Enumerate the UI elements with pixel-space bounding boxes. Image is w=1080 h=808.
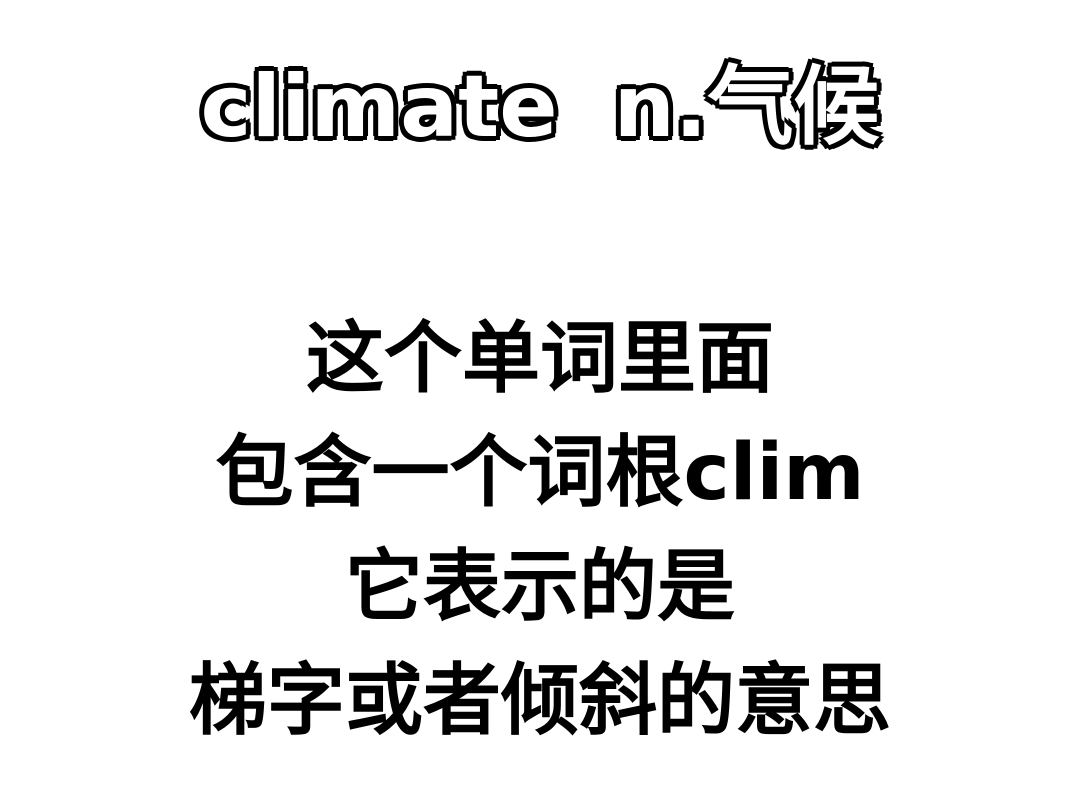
explanation-line-1: 这个单词里面: [305, 314, 774, 404]
title-definition: n.气候: [613, 57, 880, 157]
word-title: climate n.气候: [0, 52, 1080, 162]
explanation-text: 这个单词里面 包含一个词根clim 它表示的是 梯字或者倾斜的意思: [0, 302, 1080, 758]
explanation-line-3: 它表示的是: [344, 542, 735, 632]
explanation-line-4: 梯字或者倾斜的意思: [188, 656, 891, 746]
title-word: climate: [200, 57, 558, 157]
explanation-line-2: 包含一个词根clim: [215, 428, 865, 518]
